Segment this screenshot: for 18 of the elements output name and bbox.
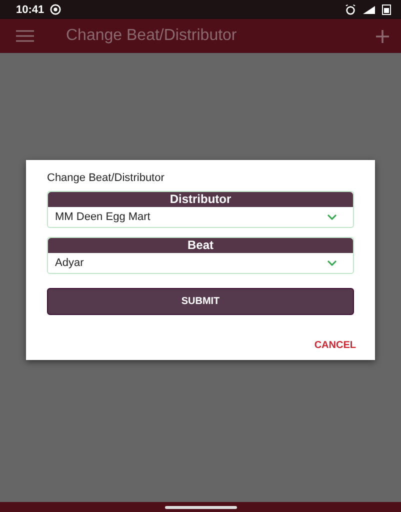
dropdown-field[interactable]: MM Deen Egg Mart (48, 207, 353, 227)
submit-button[interactable]: SUBMIT (47, 288, 354, 315)
add-icon[interactable] (376, 30, 389, 42)
field-label: Distributor (48, 192, 353, 207)
dropdown-field[interactable]: Adyar (48, 253, 353, 273)
app-notification-icon (50, 4, 62, 15)
menu-icon[interactable] (16, 30, 34, 42)
app-bar-title: Change Beat/Distributor (66, 27, 238, 45)
battery-icon (382, 4, 391, 15)
dialog-title: Change Beat/Distributor (47, 172, 166, 184)
home-handle[interactable] (164, 506, 236, 508)
field-label: Beat (48, 238, 353, 253)
cancel-button[interactable]: CANCEL (314, 340, 356, 351)
signal-icon (362, 4, 376, 14)
chevron-down-icon (327, 260, 337, 266)
status-time: 10:41 (16, 4, 44, 16)
chevron-down-icon (327, 214, 337, 220)
alarm-icon (345, 4, 356, 15)
